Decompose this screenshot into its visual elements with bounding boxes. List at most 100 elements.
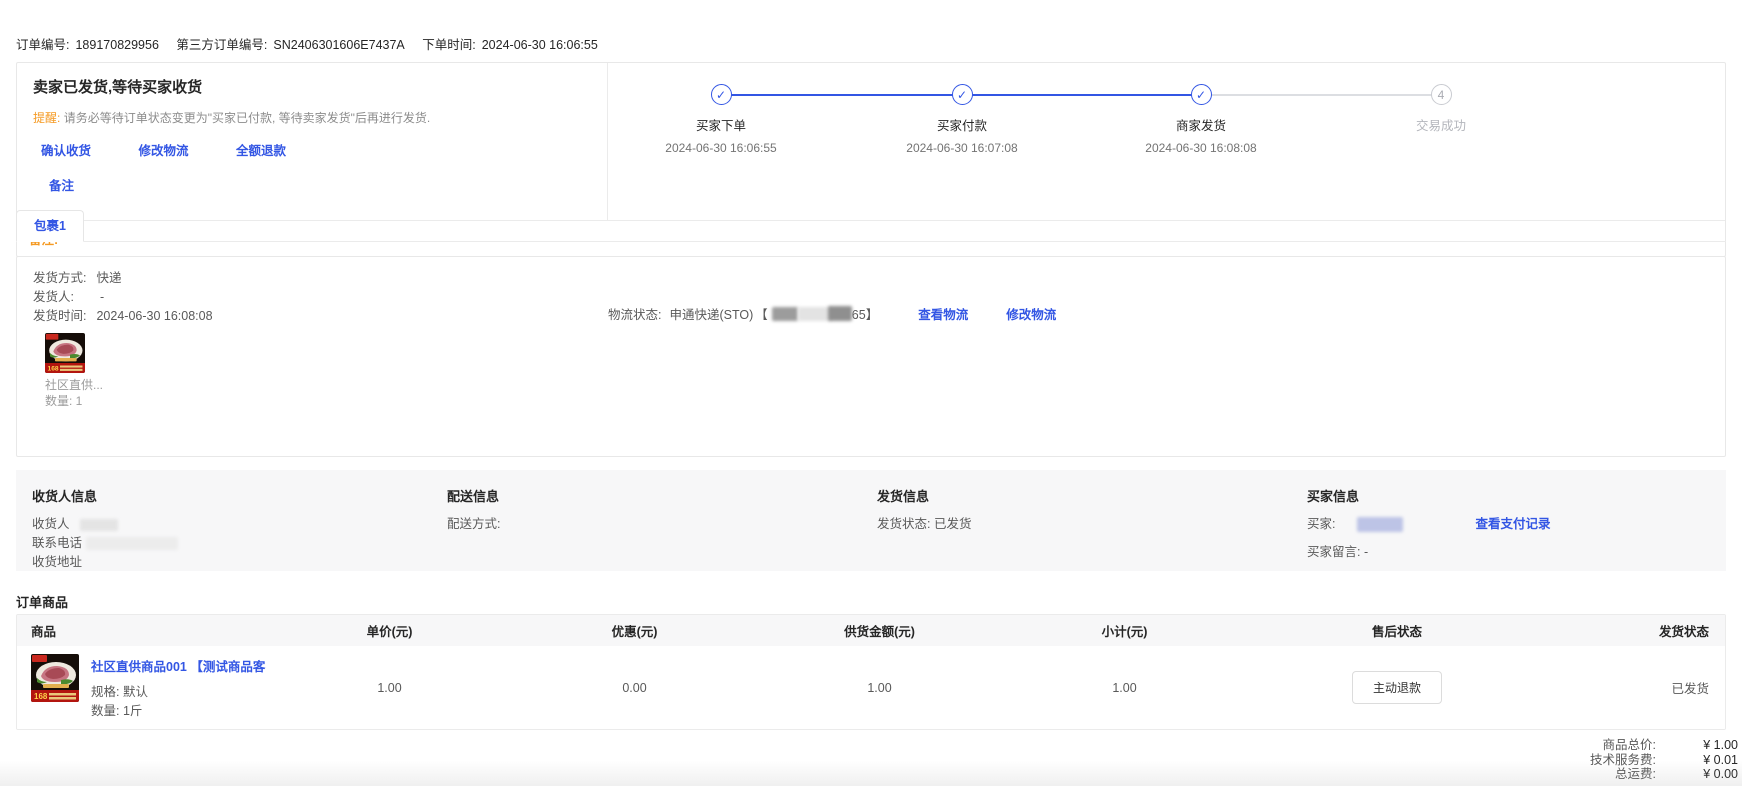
delivery-method-row: 配送方式: [447,515,877,534]
cell-supply-amount: 1.00 [757,681,1002,695]
product-cell: 168 社区直供商品001 【测试商品客 规格: 默认 数量: 1斤 [17,646,267,729]
order-info-section: 收货人信息 收货人 联系电话 收货地址 配送信息 配送方式: 发货信息 发货状态… [16,470,1726,571]
total-goods-value: ¥ 1.00 [1656,738,1738,753]
package-card: 发货方式: 快递 发货人: - 发货时间: 2024-06-30 16:08:08 1… [16,256,1726,457]
redaction-block [798,307,832,321]
logistics-status-row: 物流状态: 申通快递(STO) 【 65】 查看物流 修改物流 [608,304,1056,323]
header-supply-amount: 供货金额(元) [757,621,1002,640]
step-label: 商家发货 [1111,115,1291,134]
step-label: 买家付款 [872,115,1052,134]
product-image: 168 [45,333,85,373]
product-image: 168 [31,654,79,702]
redaction-block [86,537,178,550]
redaction-block [80,519,118,531]
order-no-value: 189170829956 [75,38,158,52]
third-party-order-label: 第三方订单编号: [176,38,267,52]
total-service-fee-row: 技术服务费:¥ 0.01 [1590,753,1738,768]
total-freight-row: 总运费:¥ 0.00 [1590,767,1738,782]
cell-after-sale: 主动退款 [1247,671,1547,704]
header-discount: 优惠(元) [512,621,757,640]
svg-text:168: 168 [34,692,48,701]
receiver-info-title: 收货人信息 [32,486,447,505]
receiver-phone-row: 联系电话 [32,534,447,553]
product-thumbnail[interactable]: 168 [31,654,79,702]
header-unit-price: 单价(元) [267,621,512,640]
order-meta-bar: 订单编号: 189170829956 第三方订单编号: SN2406301606E7… [16,34,604,53]
view-logistics-link[interactable]: 查看物流 [918,304,968,323]
order-items-title: 订单商品 [16,592,68,611]
cell-subtotal: 1.00 [1002,681,1247,695]
redaction-block [772,307,798,321]
ship-method-value: 快递 [96,271,121,285]
order-totals: 商品总价:¥ 1.00 技术服务费:¥ 0.01 总运费:¥ 0.00 [1590,738,1738,782]
delivery-info-panel: 配送信息 配送方式: [447,486,877,555]
redaction-block [828,306,852,321]
table-row: 168 社区直供商品001 【测试商品客 规格: 默认 数量: 1斤 1.00 … [17,646,1725,729]
tab-package-1[interactable]: 包裹1 [16,210,84,242]
view-payment-record-link[interactable]: 查看支付记录 [1475,515,1550,534]
reminder-text: 请务必等待订单状态变更为"买家已付款, 等待卖家发货"后再进行发货. [64,111,431,125]
active-refund-button[interactable]: 主动退款 [1352,671,1442,704]
buyer-label: 买家: [1307,515,1335,534]
step-buyer-ordered: ✓ 买家下单 2024-06-30 16:06:55 [631,84,811,155]
product-name-link[interactable]: 社区直供商品001 【测试商品客 [91,656,265,675]
total-service-fee-value: ¥ 0.01 [1656,753,1738,768]
status-reminder: 提醒: 请务必等待订单状态变更为"买家已付款, 等待卖家发货"后再进行发货. [33,109,591,126]
shipper-value: - [100,290,104,304]
redaction-block [1357,517,1403,532]
total-goods-row: 商品总价:¥ 1.00 [1590,738,1738,753]
buyer-info-title: 买家信息 [1307,486,1710,505]
total-freight-value: ¥ 0.00 [1656,767,1738,782]
step-time: 2024-06-30 16:07:08 [872,141,1052,155]
buyer-row: 买家: 查看支付记录 [1307,515,1710,534]
step-label: 买家下单 [631,115,811,134]
buyer-info-panel: 买家信息 买家: 查看支付记录 买家留言: - [1307,486,1710,555]
edit-logistics-button[interactable]: 修改物流 [139,144,189,158]
cell-unit-price: 1.00 [267,681,512,695]
shipping-info-panel: 发货信息 发货状态: 已发货 [877,486,1307,555]
order-detail-page: 订单编号: 189170829956 第三方订单编号: SN2406301606E7… [0,0,1742,786]
step-number-icon: 4 [1431,84,1452,105]
note-button[interactable]: 备注 [49,179,74,193]
shipping-state-row: 发货状态: 已发货 [877,515,1307,534]
reminder-label: 提醒: [33,111,60,125]
check-circle-icon: ✓ [1191,84,1212,105]
order-time-label: 下单时间: [422,38,475,52]
header-ship-state: 发货状态 [1547,621,1725,640]
package-product-caption: 社区直供... [45,377,1709,393]
product-qty: 数量: 1斤 [91,702,265,721]
step-label: 交易成功 [1351,115,1531,134]
receiver-info-panel: 收货人信息 收货人 联系电话 收货地址 [32,486,447,555]
order-progress-stepper: ✓ 买家下单 2024-06-30 16:06:55 ✓ 买家付款 2024-0… [608,63,1725,171]
ship-time-label: 发货时间: [33,309,86,323]
full-refund-button[interactable]: 全额退款 [236,144,286,158]
ship-time-value: 2024-06-30 16:08:08 [96,309,212,323]
ship-method-label: 发货方式: [33,271,86,285]
logistics-status-label: 物流状态: [608,304,661,323]
header-subtotal: 小计(元) [1002,621,1247,640]
buyer-message-row: 买家留言: - [1307,543,1710,562]
step-trade-success: 4 交易成功 [1351,84,1531,134]
receiver-address-row: 收货地址 [32,553,447,572]
check-circle-icon: ✓ [711,84,732,105]
logistics-carrier: 申通快递(STO) [669,304,753,323]
delivery-info-title: 配送信息 [447,486,877,505]
check-circle-icon: ✓ [952,84,973,105]
third-party-order-value: SN2406301606E7437A [273,38,404,52]
status-actions: 确认收货 修改物流 全额退款 [33,140,591,159]
header-product: 商品 [17,621,267,640]
header-after-sale: 售后状态 [1247,621,1547,640]
package-product-thumbnail[interactable]: 168 [45,333,85,373]
confirm-receipt-button[interactable]: 确认收货 [41,144,91,158]
ship-method-row: 发货方式: 快递 [33,269,1709,287]
step-time: 2024-06-30 16:08:08 [1111,141,1291,155]
step-merchant-shipped: ✓ 商家发货 2024-06-30 16:08:08 [1111,84,1291,155]
shipper-label: 发货人: [33,290,74,304]
tracking-suffix: 65】 [852,304,878,323]
svg-text:168: 168 [48,366,59,373]
order-status-title: 卖家已发货,等待买家收货 [33,76,591,97]
step-time: 2024-06-30 16:06:55 [631,141,811,155]
order-no-label: 订单编号: [16,38,69,52]
edit-logistics-link[interactable]: 修改物流 [1006,304,1056,323]
cell-ship-state: 已发货 [1547,678,1725,697]
